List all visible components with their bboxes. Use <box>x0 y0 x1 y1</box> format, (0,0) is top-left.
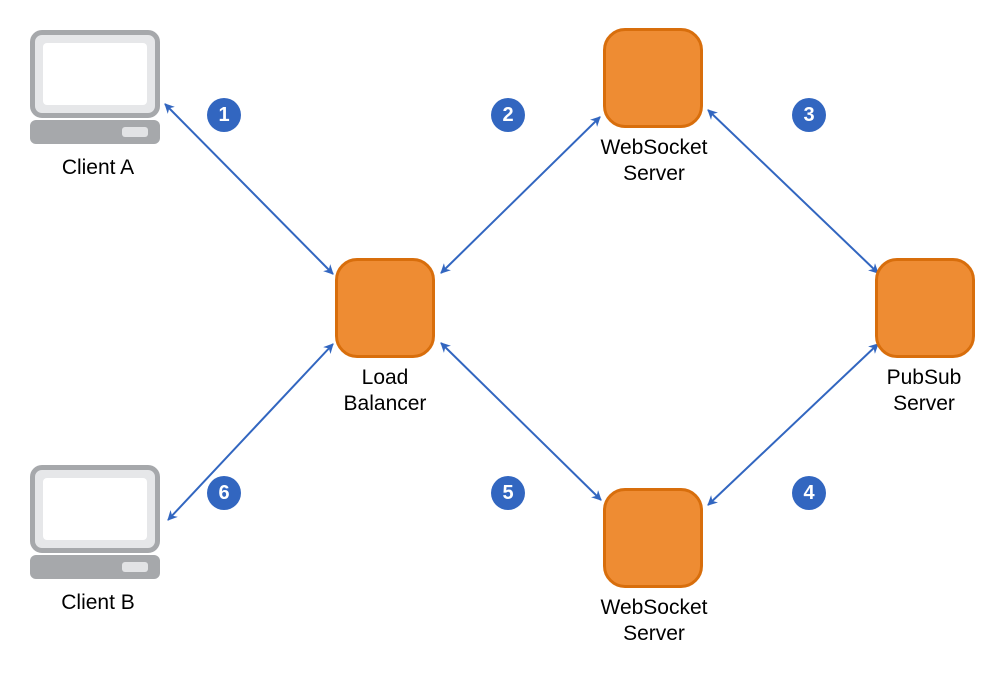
step-badge-3: 3 <box>792 98 826 132</box>
step-badge-4: 4 <box>792 476 826 510</box>
load-balancer-label: Load Balancer <box>340 365 430 418</box>
websocket-server-top-label: WebSocket Server <box>594 135 714 188</box>
client-a-computer-icon <box>30 30 160 145</box>
step-badge-1: 1 <box>207 98 241 132</box>
client-a-label: Client A <box>48 155 148 181</box>
arrow-step-2 <box>441 117 600 273</box>
load-balancer-node <box>335 258 435 358</box>
step-badge-6: 6 <box>207 476 241 510</box>
arrow-step-6 <box>168 344 333 520</box>
client-b-computer-icon <box>30 465 160 580</box>
arrow-step-1 <box>165 104 333 274</box>
websocket-server-top-node <box>603 28 703 128</box>
arrow-step-5 <box>441 343 601 500</box>
step-badge-5: 5 <box>491 476 525 510</box>
step-badge-2: 2 <box>491 98 525 132</box>
architecture-diagram: Client A Client B Load Balancer WebSocke… <box>0 0 1000 689</box>
pubsub-server-node <box>875 258 975 358</box>
arrow-step-3 <box>708 110 878 273</box>
arrow-step-4 <box>708 344 878 505</box>
client-b-label: Client B <box>48 590 148 616</box>
websocket-server-bottom-label: WebSocket Server <box>594 595 714 648</box>
pubsub-server-label: PubSub Server <box>884 365 964 418</box>
websocket-server-bottom-node <box>603 488 703 588</box>
